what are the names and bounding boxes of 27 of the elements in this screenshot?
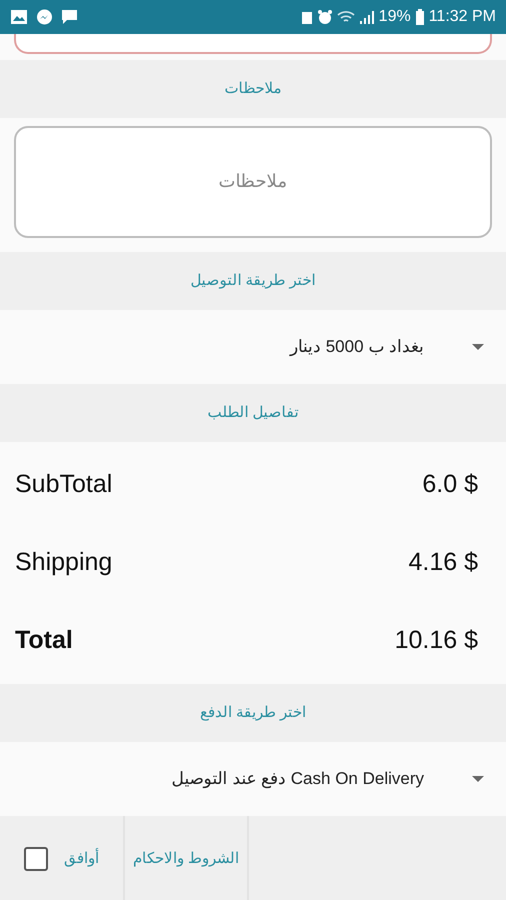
- alarm-icon: [316, 9, 333, 25]
- agree-checkbox[interactable]: [24, 847, 48, 871]
- dropdown-arrow-icon: [472, 776, 484, 782]
- dropdown-arrow-icon: [472, 344, 484, 350]
- gallery-icon: [10, 9, 28, 25]
- battery-icon: [414, 9, 425, 25]
- dropdown-select[interactable]: بغداد ب 5000 دينار: [0, 310, 506, 384]
- wifi-icon: [336, 10, 355, 24]
- total-value: 4.16 $: [408, 547, 478, 578]
- total-label: Shipping: [15, 547, 112, 578]
- section-title: اختر طريقة الدفع: [200, 702, 306, 723]
- section-title: تفاصيل الطلب: [207, 402, 299, 423]
- text-field[interactable]: [14, 34, 492, 54]
- total-label: Total: [15, 625, 73, 656]
- chat-icon: [61, 8, 78, 26]
- total-label: SubTotal: [15, 469, 112, 500]
- section-title: ملاحظات: [224, 78, 282, 99]
- total-value: 10.16 $: [394, 625, 478, 656]
- clock-time: 11:32 PM: [428, 7, 496, 27]
- battery-percent: 19%: [378, 7, 411, 27]
- agree-label: أوافق: [64, 848, 99, 869]
- messenger-icon: [36, 8, 53, 26]
- dropdown-select[interactable]: Cash On Delivery دفع عند التوصيل: [0, 742, 506, 816]
- notes-field[interactable]: ملاحظات: [14, 126, 492, 238]
- total-value: 6.0 $: [422, 469, 478, 500]
- signal-icon: [358, 10, 375, 24]
- section-title: اختر طريقة التوصيل: [190, 270, 316, 291]
